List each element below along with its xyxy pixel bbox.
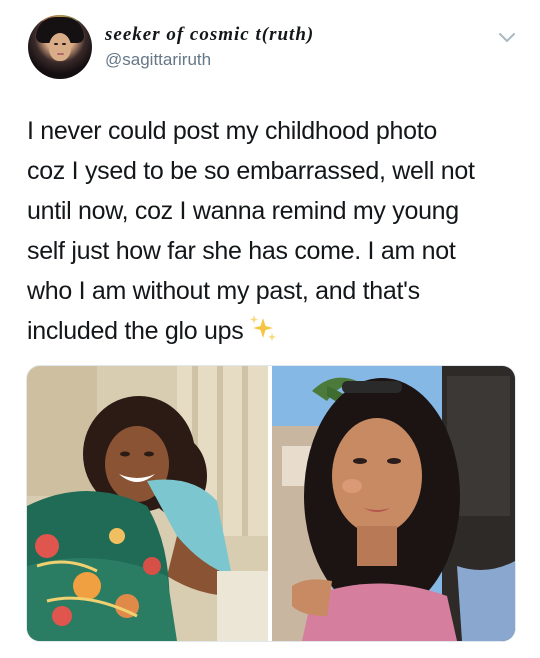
- recent-selfie-image: [272, 366, 515, 641]
- user-handle[interactable]: @sagittariruth: [105, 50, 211, 70]
- tweet-line: who I am without my past, and that's: [27, 277, 420, 305]
- tweet-line: coz I ysed to be so embarrassed, well no…: [27, 157, 475, 185]
- childhood-photo[interactable]: [27, 366, 268, 641]
- avatar-mouth: [57, 53, 64, 55]
- avatar-face: [49, 33, 71, 61]
- tweet-line: I never could post my childhood photo: [27, 117, 437, 145]
- tweet-line-last: included the glo ups: [27, 311, 517, 351]
- sparkles-icon: [250, 315, 277, 341]
- media-grid: [26, 365, 516, 642]
- tweet-text: I never could post my childhood photo co…: [27, 111, 517, 351]
- tweet-line: included the glo ups: [27, 317, 244, 345]
- display-name[interactable]: seeker of cosmic t(ruth): [105, 24, 314, 46]
- tweet-line: until now, coz I wanna remind my young: [27, 197, 459, 225]
- tweet-line: self just how far she has come. I am not: [27, 237, 456, 265]
- tweet-card: seeker of cosmic t(ruth) @sagittariruth …: [0, 0, 540, 658]
- childhood-photo-image: [27, 366, 268, 641]
- recent-selfie[interactable]: [272, 366, 515, 641]
- avatar-eye: [62, 43, 66, 45]
- avatar-eye: [54, 43, 58, 45]
- chevron-down-icon[interactable]: [497, 31, 517, 45]
- avatar[interactable]: [28, 15, 92, 79]
